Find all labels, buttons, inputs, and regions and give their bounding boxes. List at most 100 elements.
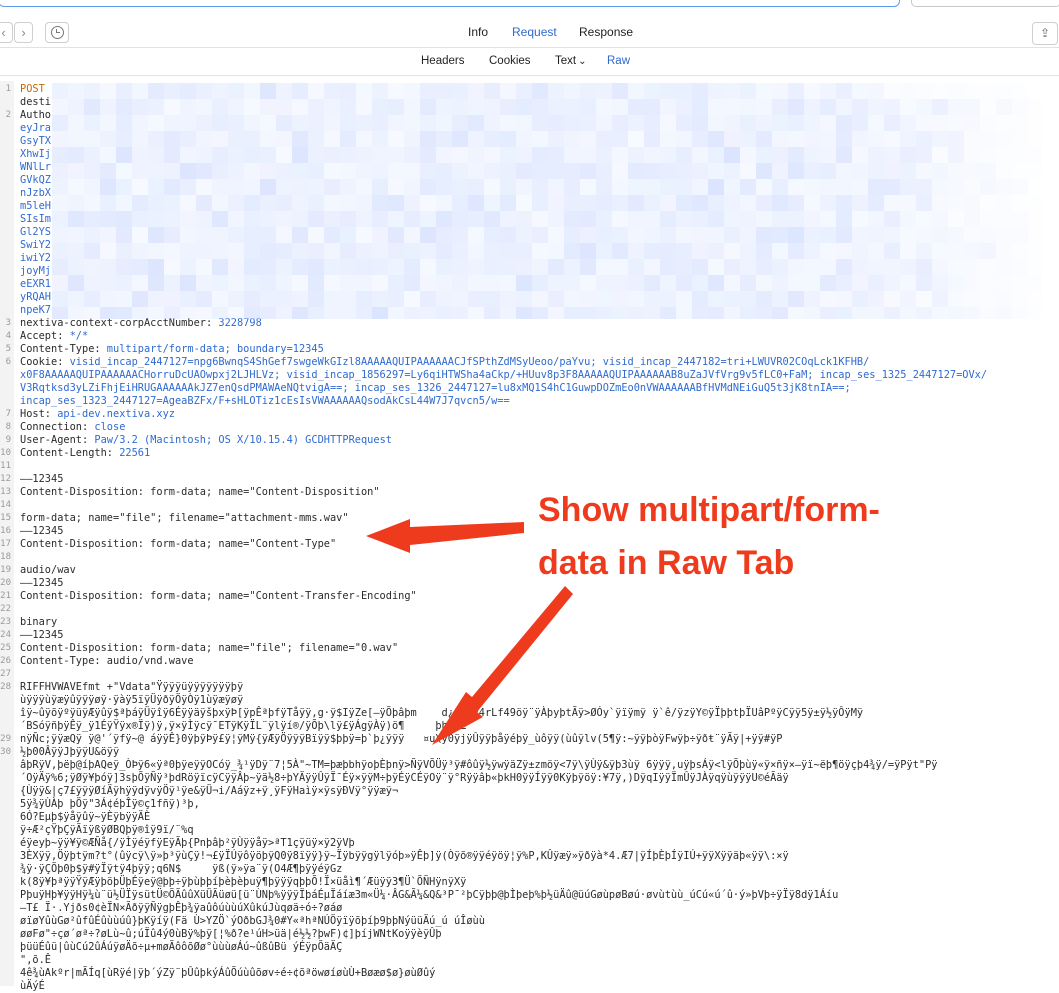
- toolbar-button[interactable]: [911, 0, 1059, 7]
- code-text: WNlLr: [20, 161, 51, 174]
- blur-cell: [292, 275, 308, 291]
- history-button[interactable]: [45, 22, 69, 43]
- code-text: audio/wav: [20, 564, 76, 577]
- blur-cell: [116, 275, 132, 291]
- blur-cell: [756, 83, 772, 99]
- blur-cell: [420, 211, 436, 227]
- blur-cell: [212, 227, 228, 243]
- subtab-cookies[interactable]: Cookies: [489, 55, 531, 67]
- blur-cell: [820, 115, 836, 131]
- code-text: XhwIj: [20, 148, 51, 161]
- blur-cell: [388, 115, 404, 131]
- code-text: Gl2YS: [20, 226, 51, 239]
- subtab-raw[interactable]: Raw: [607, 55, 630, 67]
- blur-cell: [516, 227, 532, 243]
- url-field[interactable]: [0, 0, 900, 7]
- blur-cell: [868, 83, 884, 99]
- blur-cell: [1028, 307, 1042, 319]
- blur-cell: [356, 115, 372, 131]
- code-segment: âþRÿV,þëþ@íþAQeÿ_ÒÞÿ6«ÿª0þÿeÿÿOCóÿ_¾¹ÿDÿ…: [20, 759, 938, 771]
- code-segment: 3ÈXÿÿ,Öÿþtÿm?t°(ûÿcÿ\ÿ»þ³ÿùÇÿ!¬£ÿÏÚÿôÿöþ…: [20, 850, 789, 862]
- blur-cell: [1012, 195, 1028, 211]
- blur-cell: [436, 99, 452, 115]
- blur-cell: [340, 259, 356, 275]
- blur-cell: [1012, 99, 1028, 115]
- share-icon: ⇪: [1039, 26, 1051, 40]
- blur-cell: [100, 307, 116, 319]
- blur-cell: [884, 195, 900, 211]
- blur-cell: [580, 211, 596, 227]
- blur-cell: [676, 115, 692, 131]
- forward-button[interactable]: ›: [14, 22, 33, 43]
- blur-cell: [628, 275, 644, 291]
- blur-cell: [100, 259, 116, 275]
- blur-cell: [916, 99, 932, 115]
- blur-cell: [852, 211, 868, 227]
- blur-cell: [100, 211, 116, 227]
- blur-cell: [900, 291, 916, 307]
- blur-cell: [1012, 115, 1028, 131]
- code-segment: x0F8AAAAAQUIPAAAAAACHorruDcUAOwpxj2LJHLV…: [20, 369, 988, 381]
- blur-cell: [660, 179, 676, 195]
- blur-cell: [836, 163, 852, 179]
- blur-cell: [116, 259, 132, 275]
- blur-cell: [164, 179, 180, 195]
- blur-cell: [100, 83, 116, 99]
- blur-cell: [516, 275, 532, 291]
- blur-cell: [804, 179, 820, 195]
- blur-cell: [564, 227, 580, 243]
- blur-cell: [868, 243, 884, 259]
- tab-response[interactable]: Response: [579, 25, 633, 39]
- blur-cell: [148, 195, 164, 211]
- blur-cell: [852, 83, 868, 99]
- blur-cell: [564, 259, 580, 275]
- blur-cell: [660, 131, 676, 147]
- code-segment: m5leH: [20, 200, 51, 212]
- code-line: 23 binary: [0, 616, 1059, 629]
- blur-cell: [964, 195, 980, 211]
- blur-cell: [468, 195, 484, 211]
- share-button[interactable]: ⇪: [1032, 22, 1058, 45]
- blur-cell: [724, 307, 740, 319]
- blur-cell: [1028, 115, 1042, 131]
- blur-cell: [420, 243, 436, 259]
- blur-cell: [372, 307, 388, 319]
- blur-cell: [132, 243, 148, 259]
- blur-cell: [948, 291, 964, 307]
- subtab-text[interactable]: Text ⌄: [555, 55, 586, 67]
- blur-cell: [692, 307, 708, 319]
- blur-cell: [932, 291, 948, 307]
- blur-cell: [548, 131, 564, 147]
- blur-cell: [660, 147, 676, 163]
- tab-info[interactable]: Info: [468, 25, 488, 39]
- blur-cell: [724, 211, 740, 227]
- blur-cell: [356, 307, 372, 319]
- blur-cell: [724, 147, 740, 163]
- blur-cell: [372, 163, 388, 179]
- blur-cell: [196, 131, 212, 147]
- blur-cell: [212, 307, 228, 319]
- blur-cell: [836, 291, 852, 307]
- blur-cell: [564, 163, 580, 179]
- blur-cell: [484, 211, 500, 227]
- blur-cell: [452, 83, 468, 99]
- blur-cell: [148, 243, 164, 259]
- tab-request[interactable]: Request: [512, 25, 557, 39]
- chevron-left-icon: ‹: [1, 25, 6, 40]
- blur-cell: [52, 163, 68, 179]
- back-button[interactable]: ‹: [0, 22, 13, 43]
- blur-cell: [228, 83, 244, 99]
- subtab-headers[interactable]: Headers: [421, 55, 464, 67]
- blur-cell: [964, 179, 980, 195]
- blur-cell: [212, 99, 228, 115]
- code-segment: nÿÑc;ÿÿæQÿ ÿ@'´ÿfÿ~@ áÿÿÊ}0ÿþÿÞÿ£ÿ¦ÿMÿ{ÿ…: [20, 733, 783, 745]
- blur-cell: [740, 83, 756, 99]
- code-line: 10 Content-Length: 22561: [0, 447, 1059, 460]
- code-segment: Content-Type:: [20, 343, 107, 355]
- blur-cell: [580, 291, 596, 307]
- blur-cell: [564, 275, 580, 291]
- code-text: form-data; name="file"; filename="attach…: [20, 512, 349, 525]
- blur-cell: [548, 259, 564, 275]
- blur-cell: [820, 307, 836, 319]
- code-text: ÿ÷Æ²çŸþÇÿÃïÿßÿØBQþÿ®îÿ9ï/¨%q: [20, 824, 194, 837]
